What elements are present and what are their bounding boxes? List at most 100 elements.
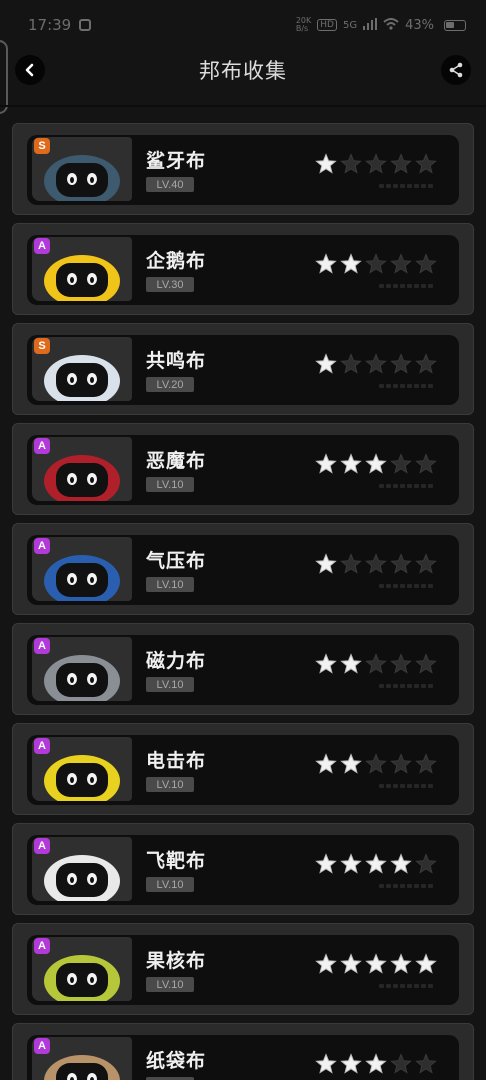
bangboo-portrait: A bbox=[32, 937, 132, 1001]
star-filled-icon bbox=[315, 753, 337, 774]
star-empty-icon bbox=[340, 153, 362, 174]
star-empty-icon bbox=[415, 453, 437, 474]
bangboo-card[interactable]: A 气压布 LV.10 bbox=[12, 523, 474, 615]
rank-badge: A bbox=[34, 538, 50, 554]
star-empty-icon bbox=[365, 353, 387, 374]
star-filled-icon bbox=[365, 953, 387, 974]
bangboo-portrait: S bbox=[32, 137, 132, 201]
bangboo-name: 共鸣布 bbox=[146, 350, 207, 372]
bangboo-portrait: A bbox=[32, 637, 132, 701]
star-rating bbox=[315, 653, 437, 675]
decorative-pattern bbox=[379, 583, 435, 589]
decorative-pattern bbox=[379, 683, 435, 689]
bangboo-card-inner: A 恶魔布 LV.10 bbox=[27, 435, 459, 505]
star-empty-icon bbox=[340, 353, 362, 374]
star-filled-icon bbox=[340, 753, 362, 774]
star-filled-icon bbox=[365, 1053, 387, 1074]
star-rating bbox=[315, 253, 437, 275]
star-filled-icon bbox=[315, 253, 337, 274]
wifi-icon bbox=[383, 17, 399, 33]
network-speed: 20K B/s bbox=[296, 17, 311, 33]
star-rating bbox=[315, 553, 437, 575]
share-button[interactable] bbox=[441, 55, 471, 85]
star-filled-icon bbox=[340, 253, 362, 274]
star-empty-icon bbox=[365, 553, 387, 574]
notification-icon bbox=[79, 19, 92, 31]
star-rating bbox=[315, 853, 437, 875]
bangboo-card[interactable]: A 电击布 LV.10 bbox=[12, 723, 474, 815]
bangboo-card[interactable]: A 纸袋布 LV.10 bbox=[12, 1023, 474, 1080]
star-filled-icon bbox=[415, 953, 437, 974]
star-empty-icon bbox=[415, 1053, 437, 1074]
star-filled-icon bbox=[340, 653, 362, 674]
bangboo-name: 纸袋布 bbox=[146, 1050, 207, 1072]
star-filled-icon bbox=[390, 953, 412, 974]
back-button[interactable] bbox=[15, 55, 45, 85]
rank-badge: A bbox=[34, 938, 50, 954]
bangboo-card[interactable]: A 恶魔布 LV.10 bbox=[12, 423, 474, 515]
rank-badge: S bbox=[34, 138, 50, 154]
star-empty-icon bbox=[415, 153, 437, 174]
bangboo-card-inner: A 电击布 LV.10 bbox=[27, 735, 459, 805]
rank-badge: A bbox=[34, 638, 50, 654]
star-empty-icon bbox=[415, 553, 437, 574]
bangboo-level: LV.30 bbox=[146, 277, 194, 292]
bangboo-portrait: A bbox=[32, 537, 132, 601]
star-filled-icon bbox=[390, 853, 412, 874]
bangboo-level: LV.40 bbox=[146, 177, 194, 192]
bangboo-card[interactable]: S 鲨牙布 LV.40 bbox=[12, 123, 474, 215]
chevron-left-icon bbox=[25, 63, 34, 77]
bangboo-card[interactable]: A 磁力布 LV.10 bbox=[12, 623, 474, 715]
decorative-pattern bbox=[379, 783, 435, 789]
share-icon bbox=[449, 62, 463, 78]
decorative-pattern bbox=[379, 983, 435, 989]
bangboo-level: LV.10 bbox=[146, 877, 194, 892]
star-filled-icon bbox=[315, 553, 337, 574]
star-filled-icon bbox=[340, 453, 362, 474]
bangboo-name: 恶魔布 bbox=[146, 450, 207, 472]
star-rating bbox=[315, 753, 437, 775]
star-filled-icon bbox=[340, 853, 362, 874]
star-empty-icon bbox=[390, 253, 412, 274]
battery-icon bbox=[444, 19, 466, 31]
star-empty-icon bbox=[390, 353, 412, 374]
bangboo-card[interactable]: A 企鹅布 LV.30 bbox=[12, 223, 474, 315]
network-speed-unit: B/s bbox=[295, 24, 309, 33]
decorative-pattern bbox=[379, 883, 435, 889]
star-empty-icon bbox=[415, 653, 437, 674]
bangboo-level: LV.10 bbox=[146, 577, 194, 592]
bangboo-card-inner: A 磁力布 LV.10 bbox=[27, 635, 459, 705]
star-rating bbox=[315, 953, 437, 975]
rank-badge: S bbox=[34, 338, 50, 354]
bangboo-card-inner: S 鲨牙布 LV.40 bbox=[27, 135, 459, 205]
bangboo-card-inner: A 纸袋布 LV.10 bbox=[27, 1035, 459, 1080]
star-rating bbox=[315, 353, 437, 375]
star-empty-icon bbox=[415, 353, 437, 374]
star-filled-icon bbox=[365, 453, 387, 474]
status-time: 17:39 bbox=[28, 16, 72, 34]
bangboo-name: 电击布 bbox=[146, 750, 207, 772]
header-divider bbox=[0, 105, 486, 107]
bangboo-card-inner: A 果核布 LV.10 bbox=[27, 935, 459, 1005]
star-empty-icon bbox=[415, 253, 437, 274]
star-empty-icon bbox=[365, 153, 387, 174]
decorative-pattern bbox=[379, 483, 435, 489]
star-filled-icon bbox=[315, 153, 337, 174]
bangboo-card[interactable]: S 共鸣布 LV.20 bbox=[12, 323, 474, 415]
bangboo-portrait: S bbox=[32, 337, 132, 401]
bangboo-level: LV.10 bbox=[146, 977, 194, 992]
star-filled-icon bbox=[315, 953, 337, 974]
bangboo-portrait: A bbox=[32, 737, 132, 801]
bangboo-card[interactable]: A 飞靶布 LV.10 bbox=[12, 823, 474, 915]
bangboo-name: 气压布 bbox=[146, 550, 207, 572]
star-empty-icon bbox=[340, 553, 362, 574]
star-empty-icon bbox=[365, 653, 387, 674]
decorative-pattern bbox=[379, 383, 435, 389]
star-empty-icon bbox=[415, 853, 437, 874]
star-empty-icon bbox=[415, 753, 437, 774]
hd-label: HD bbox=[317, 19, 337, 31]
star-filled-icon bbox=[315, 653, 337, 674]
bangboo-card[interactable]: A 果核布 LV.10 bbox=[12, 923, 474, 1015]
star-empty-icon bbox=[390, 153, 412, 174]
header: 邦布收集 bbox=[0, 40, 486, 100]
